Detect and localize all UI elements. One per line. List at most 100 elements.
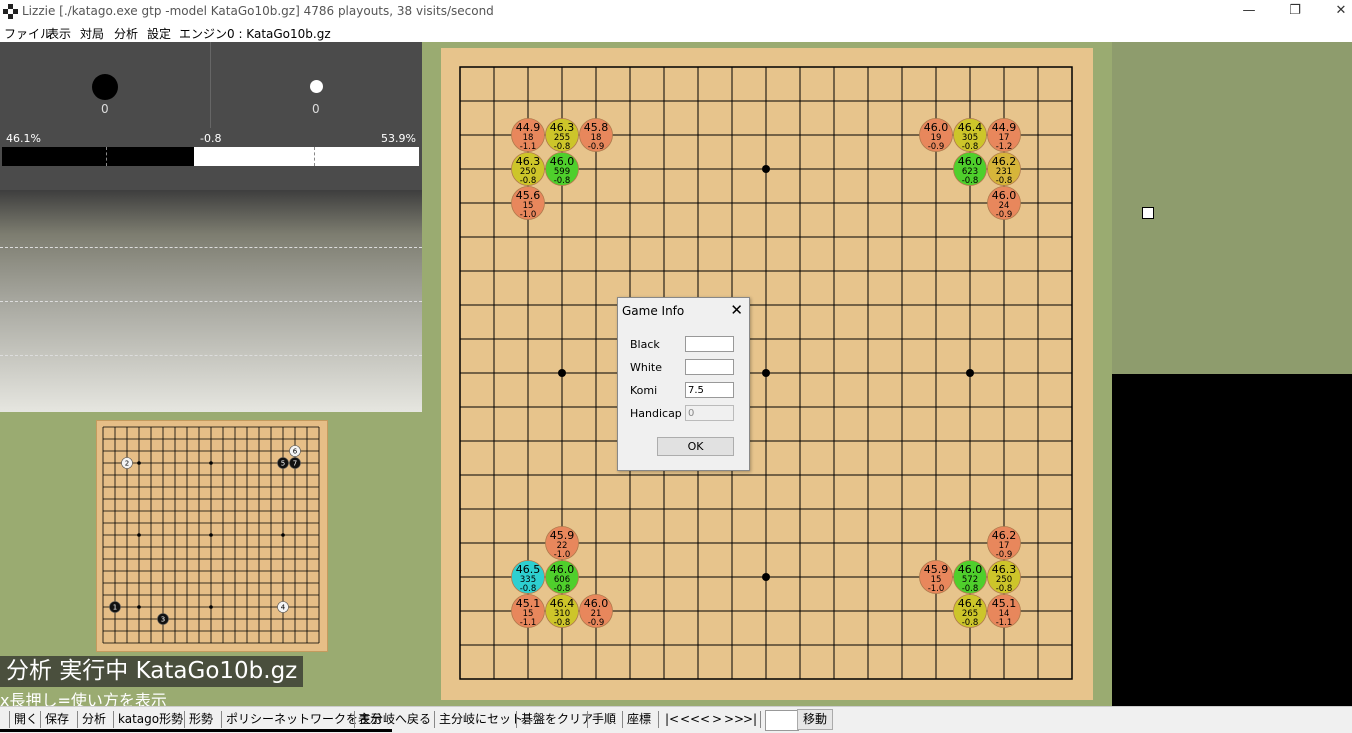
forward-one-button[interactable]: >	[712, 710, 722, 729]
back-ten-button[interactable]: <<	[680, 710, 700, 729]
toolbar-separator	[434, 711, 435, 728]
move-suggestion: 46.3250-0.8	[511, 152, 545, 186]
clear-board-button[interactable]: 碁盤をクリア	[521, 710, 593, 729]
menu-settings[interactable]: 設定	[147, 25, 171, 42]
menu-file[interactable]: ファイル	[4, 25, 52, 42]
capture-divider	[210, 42, 211, 128]
black-player-input[interactable]	[685, 336, 734, 352]
suggestion-score: -0.8	[554, 584, 571, 594]
minimize-button[interactable]: —	[1226, 0, 1272, 23]
window-title: Lizzie [./katago.exe gtp -model KataGo10…	[22, 4, 494, 18]
suggestion-score: -0.9	[928, 142, 945, 152]
toolbar-separator	[40, 711, 41, 728]
move-suggestion: 46.0599-0.8	[545, 152, 579, 186]
goto-move-button[interactable]: 移動	[797, 709, 833, 730]
mini-star-point	[209, 461, 213, 465]
white-player-input[interactable]	[685, 359, 734, 375]
graph-gridline	[0, 301, 422, 302]
move-suggestion: 45.915-1.0	[919, 560, 953, 594]
black-player-label: Black	[630, 338, 660, 351]
analyze-button[interactable]: 分析	[82, 710, 106, 729]
suggestion-score: -1.0	[520, 210, 537, 220]
move-suggestion: 46.2231-0.8	[987, 152, 1021, 186]
mini-stone-number: 7	[293, 460, 297, 468]
suggestion-score: -0.8	[554, 142, 571, 152]
winrate-bar-tick	[106, 147, 107, 166]
move-suggestion: 45.615-1.0	[511, 186, 545, 220]
menu-view[interactable]: 表示	[47, 25, 71, 42]
handicap-input	[685, 405, 734, 421]
suggestion-score: -0.8	[520, 176, 537, 186]
close-window-button[interactable]: ✕	[1318, 0, 1352, 23]
toolbar-separator	[113, 711, 114, 728]
star-point	[762, 165, 770, 173]
mini-star-point	[209, 533, 213, 537]
title-bar: Lizzie [./katago.exe gtp -model KataGo10…	[0, 0, 1352, 23]
suggestion-score: -0.9	[996, 210, 1013, 220]
go-board[interactable]: 44.9 18 -1.1 46.3 255 -0.8 45.8 18 -0.9 46.3 250 -0…	[441, 48, 1093, 700]
dialog-close-icon[interactable]: ✕	[730, 301, 743, 319]
toolbar-separator	[516, 711, 517, 728]
suggestion-score: -0.8	[520, 584, 537, 594]
dialog-title: Game Info	[622, 304, 685, 318]
toolbar-separator	[184, 711, 185, 728]
move-number-input[interactable]	[765, 710, 799, 731]
mouse-cursor-icon	[1142, 207, 1154, 219]
move-suggestion: 46.021-0.9	[579, 594, 613, 628]
coordinates-button[interactable]: 座標	[627, 710, 651, 729]
mini-star-point	[137, 605, 141, 609]
back-one-button[interactable]: <	[700, 710, 710, 729]
menu-game[interactable]: 対局	[80, 25, 104, 42]
last-move-button[interactable]: >|	[743, 710, 757, 729]
move-numbers-button[interactable]: 手順	[592, 710, 616, 729]
suggestion-score: -0.9	[996, 550, 1013, 560]
move-suggestion: 46.4310-0.8	[545, 594, 579, 628]
graph-gridline	[0, 247, 422, 248]
mini-stone-number: 3	[161, 616, 165, 624]
star-point	[762, 369, 770, 377]
suggestion-score: -1.2	[996, 142, 1013, 152]
move-suggestion: 45.818-0.9	[579, 118, 613, 152]
move-suggestion: 46.5335-0.8	[511, 560, 545, 594]
score-lead-label: -0.8	[200, 132, 222, 145]
save-button[interactable]: 保存	[45, 710, 69, 729]
suggestion-score: -1.1	[520, 618, 537, 628]
white-captures: 0	[312, 102, 320, 116]
first-move-button[interactable]: |<	[665, 710, 679, 729]
return-main-branch-button[interactable]: 主分岐へ戻る	[359, 710, 431, 729]
move-suggestion: 46.217-0.9	[987, 526, 1021, 560]
winrate-bar-tick	[314, 147, 315, 166]
set-main-branch-button[interactable]: 主分岐にセット	[439, 710, 523, 729]
move-suggestion: 46.3255-0.8	[545, 118, 579, 152]
estimate-button[interactable]: 形勢	[189, 710, 213, 729]
toolbar-separator	[658, 711, 659, 728]
forward-ten-button[interactable]: >>	[724, 710, 744, 729]
katago-estimate-button[interactable]: katago形勢	[118, 710, 183, 729]
winrate-graph	[0, 190, 422, 412]
mini-star-point	[281, 533, 285, 537]
white-player-label: White	[630, 361, 662, 374]
menu-analysis[interactable]: 分析	[114, 25, 138, 42]
move-suggestion: 46.0572-0.8	[953, 560, 987, 594]
left-panel: 0 0 46.1% -0.8 53.9% 1 2 3 4 56 7 分析 実行中 Kata…	[0, 42, 422, 710]
move-suggestion: 46.0623-0.8	[953, 152, 987, 186]
maximize-button[interactable]: ❐	[1272, 0, 1318, 23]
open-button[interactable]: 開く	[14, 710, 38, 729]
suggestion-score: -0.8	[962, 618, 979, 628]
komi-input[interactable]	[685, 382, 734, 398]
move-suggestion: 46.0606-0.8	[545, 560, 579, 594]
suggestion-score: -0.8	[962, 176, 979, 186]
toolbar-separator	[760, 711, 761, 728]
variation-mini-board[interactable]: 1 2 3 4 56 7	[96, 420, 328, 652]
menu-engine[interactable]: エンジン0 : KataGo10b.gz	[179, 25, 331, 42]
winrate-bar-black-fill	[2, 147, 195, 166]
mini-stone-number: 6	[293, 448, 298, 456]
mini-star-point	[137, 461, 141, 465]
ok-button[interactable]: OK	[657, 437, 734, 456]
toolbar-separator	[622, 711, 623, 728]
move-suggestion: 45.115-1.1	[511, 594, 545, 628]
menu-bar: ファイル 表示 対局 分析 設定 エンジン0 : KataGo10b.gz	[0, 23, 1352, 42]
suggestion-score: -0.8	[962, 142, 979, 152]
mini-board-svg: 1 2 3 4 56 7	[102, 426, 320, 644]
graph-gridline	[0, 355, 422, 356]
